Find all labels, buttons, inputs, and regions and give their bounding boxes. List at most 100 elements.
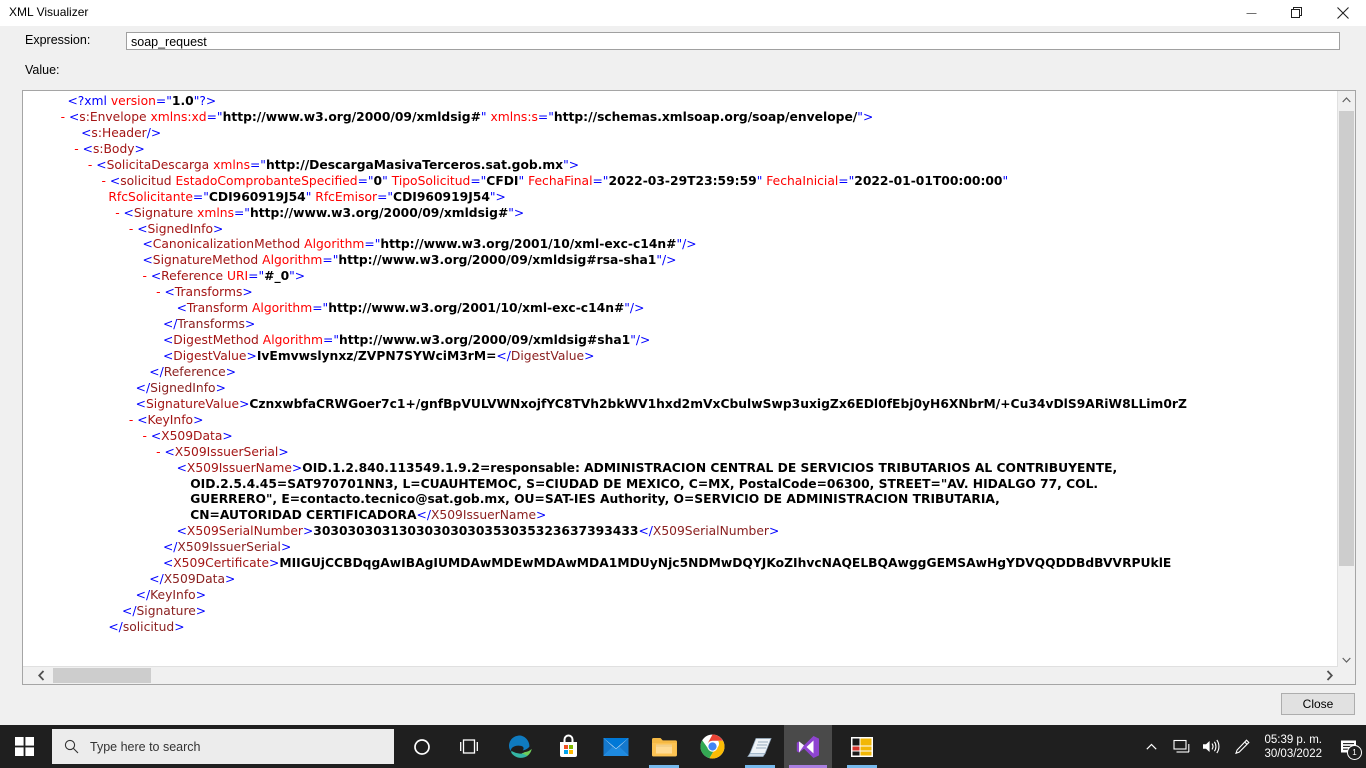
xml-token: http://schemas.xmlsoap.org/soap/envelope…	[553, 109, 858, 124]
xml-token: >	[242, 285, 253, 300]
xml-token: IvEmvwslynxz/ZVPN7SYWciM3rM=	[256, 349, 497, 363]
xml-token: ">	[489, 189, 506, 204]
scroll-down-button[interactable]	[1338, 651, 1355, 668]
window-title: XML Visualizer	[9, 5, 89, 19]
clock-date: 30/03/2022	[1264, 747, 1322, 760]
xml-token: ">	[857, 109, 874, 124]
xml-collapse-toggle[interactable]: -	[88, 158, 96, 172]
xml-token: SolicitaDescarga	[106, 157, 210, 172]
network-button[interactable]	[1166, 725, 1196, 768]
taskbar-app-microsoft-edge[interactable]	[496, 725, 544, 768]
xml-token: SignatureValue	[145, 396, 240, 411]
system-tray: 05:39 p. m. 30/03/2022 1	[1136, 725, 1366, 768]
search-input[interactable]: Type here to search	[90, 740, 200, 754]
xml-token: <	[162, 333, 174, 348]
scroll-up-button[interactable]	[1338, 91, 1355, 108]
taskbar-app-sql-server-studio[interactable]	[838, 725, 886, 768]
xml-visualizer-window: XML Visualizer Expression: soap_request …	[0, 0, 1366, 725]
xml-token: <	[123, 205, 134, 220]
xml-token: MIIGUjCCBDqgAwIBAgIUMDAwMDEwMDAwMDA1MDUy…	[279, 556, 1172, 571]
taskbar-search-box[interactable]: Type here to search	[52, 729, 394, 764]
expression-input[interactable]: soap_request	[126, 32, 1340, 50]
taskbar-app-mail[interactable]	[592, 725, 640, 768]
xml-collapse-toggle[interactable]: -	[129, 222, 137, 236]
start-button[interactable]	[0, 725, 48, 768]
xml-token: >	[280, 540, 292, 555]
xml-token: ="	[248, 269, 265, 284]
xml-token: X509Data	[163, 572, 226, 587]
xml-token: Algorithm	[304, 237, 365, 252]
xml-collapse-toggle[interactable]: -	[129, 413, 137, 427]
xml-token: >	[536, 508, 547, 523]
pen-workspace-button[interactable]	[1226, 725, 1258, 768]
close-button[interactable]: Close	[1281, 693, 1355, 715]
task-view-button[interactable]	[446, 725, 494, 768]
xml-collapse-toggle[interactable]: -	[102, 174, 110, 188]
taskbar-app-file-explorer[interactable]	[640, 725, 688, 768]
taskbar-app-sticky-notes[interactable]	[736, 725, 784, 768]
xml-token: DigestMethod	[173, 333, 259, 348]
windows-taskbar: Type here to search 05:39 p. m. 30/03/20…	[0, 725, 1366, 768]
xml-tree[interactable]: <?xml version="1.0"?> - <s:Envelope xmlns…	[23, 94, 1337, 666]
xml-token: ="	[250, 157, 266, 172]
xml-token: <	[176, 460, 187, 475]
xml-collapse-toggle[interactable]: -	[115, 206, 123, 220]
xml-token: OID.1.2.840.113549.1.9.2=responsable: AD…	[302, 460, 1118, 475]
xml-token: ="	[357, 173, 374, 188]
xml-token: </	[149, 572, 164, 587]
scroll-left-button[interactable]	[33, 667, 50, 684]
visual-studio-icon	[796, 735, 819, 758]
xml-token: <	[142, 253, 153, 268]
taskbar-app-microsoft-store[interactable]	[544, 725, 592, 768]
xml-token: "	[518, 173, 529, 188]
xml-token: </	[416, 508, 431, 523]
xml-line: </Reference>	[23, 365, 1337, 381]
restore-button[interactable]	[1274, 0, 1320, 26]
vertical-scrollbar[interactable]	[1337, 91, 1355, 668]
xml-token: http://www.w3.org/2000/09/xmldsig#sha1	[338, 333, 631, 348]
xml-token: X509IssuerName	[430, 508, 537, 523]
xml-token: <	[162, 349, 174, 363]
sticky-notes-icon	[747, 737, 772, 757]
xml-token: <	[137, 412, 148, 427]
xml-line: </Transforms>	[23, 317, 1337, 333]
volume-button[interactable]	[1196, 725, 1226, 768]
close-window-button[interactable]	[1320, 0, 1366, 26]
xml-line: <DigestMethod Algorithm="http://www.w3.o…	[23, 333, 1337, 349]
taskbar-app-visual-studio[interactable]	[784, 725, 832, 768]
xml-collapse-toggle[interactable]: -	[142, 429, 150, 443]
xml-token: Algorithm	[262, 253, 323, 268]
xml-token: >	[195, 604, 207, 618]
minimize-button[interactable]	[1228, 0, 1274, 26]
xml-collapse-toggle[interactable]: -	[142, 269, 150, 283]
xml-token: TipoSolicitud	[391, 173, 471, 188]
xml-token: >	[239, 396, 250, 411]
taskbar-app-google-chrome[interactable]	[688, 725, 736, 768]
horizontal-scroll-thumb[interactable]	[53, 668, 151, 683]
xml-token: FechaInicial	[766, 173, 839, 188]
vertical-scroll-thumb[interactable]	[1339, 111, 1354, 566]
clock[interactable]: 05:39 p. m. 30/03/2022	[1258, 725, 1332, 768]
xml-viewer-panel: <?xml version="1.0"?> - <s:Envelope xmlns…	[22, 90, 1356, 685]
chevron-up-icon	[1146, 743, 1157, 750]
xml-token: DigestValue	[510, 349, 585, 363]
cortana-button[interactable]	[398, 725, 446, 768]
xml-token: ="	[377, 189, 394, 204]
xml-token: "	[305, 189, 316, 204]
xml-line: - <KeyInfo>	[23, 413, 1337, 429]
horizontal-scrollbar[interactable]	[23, 666, 1338, 684]
xml-collapse-toggle[interactable]: -	[61, 110, 69, 124]
xml-token: </	[162, 540, 178, 555]
scroll-right-button[interactable]	[1321, 667, 1338, 684]
xml-collapse-toggle[interactable]: -	[74, 142, 82, 156]
xml-token: RfcSolicitante	[108, 189, 193, 204]
xml-token: X509IssuerSerial	[174, 444, 279, 459]
xml-line: </SignedInfo>	[23, 381, 1337, 397]
xml-line: <DigestValue>IvEmvwslynxz/ZVPN7SYWciM3rM…	[23, 349, 1337, 365]
xml-token: >	[195, 588, 206, 603]
show-hidden-icons-button[interactable]	[1136, 725, 1166, 768]
xml-line: - <Transforms>	[23, 285, 1337, 301]
xml-token: ="	[312, 301, 329, 316]
xml-line: </solicitud>	[23, 620, 1337, 636]
notifications-button[interactable]: 1	[1332, 725, 1366, 768]
